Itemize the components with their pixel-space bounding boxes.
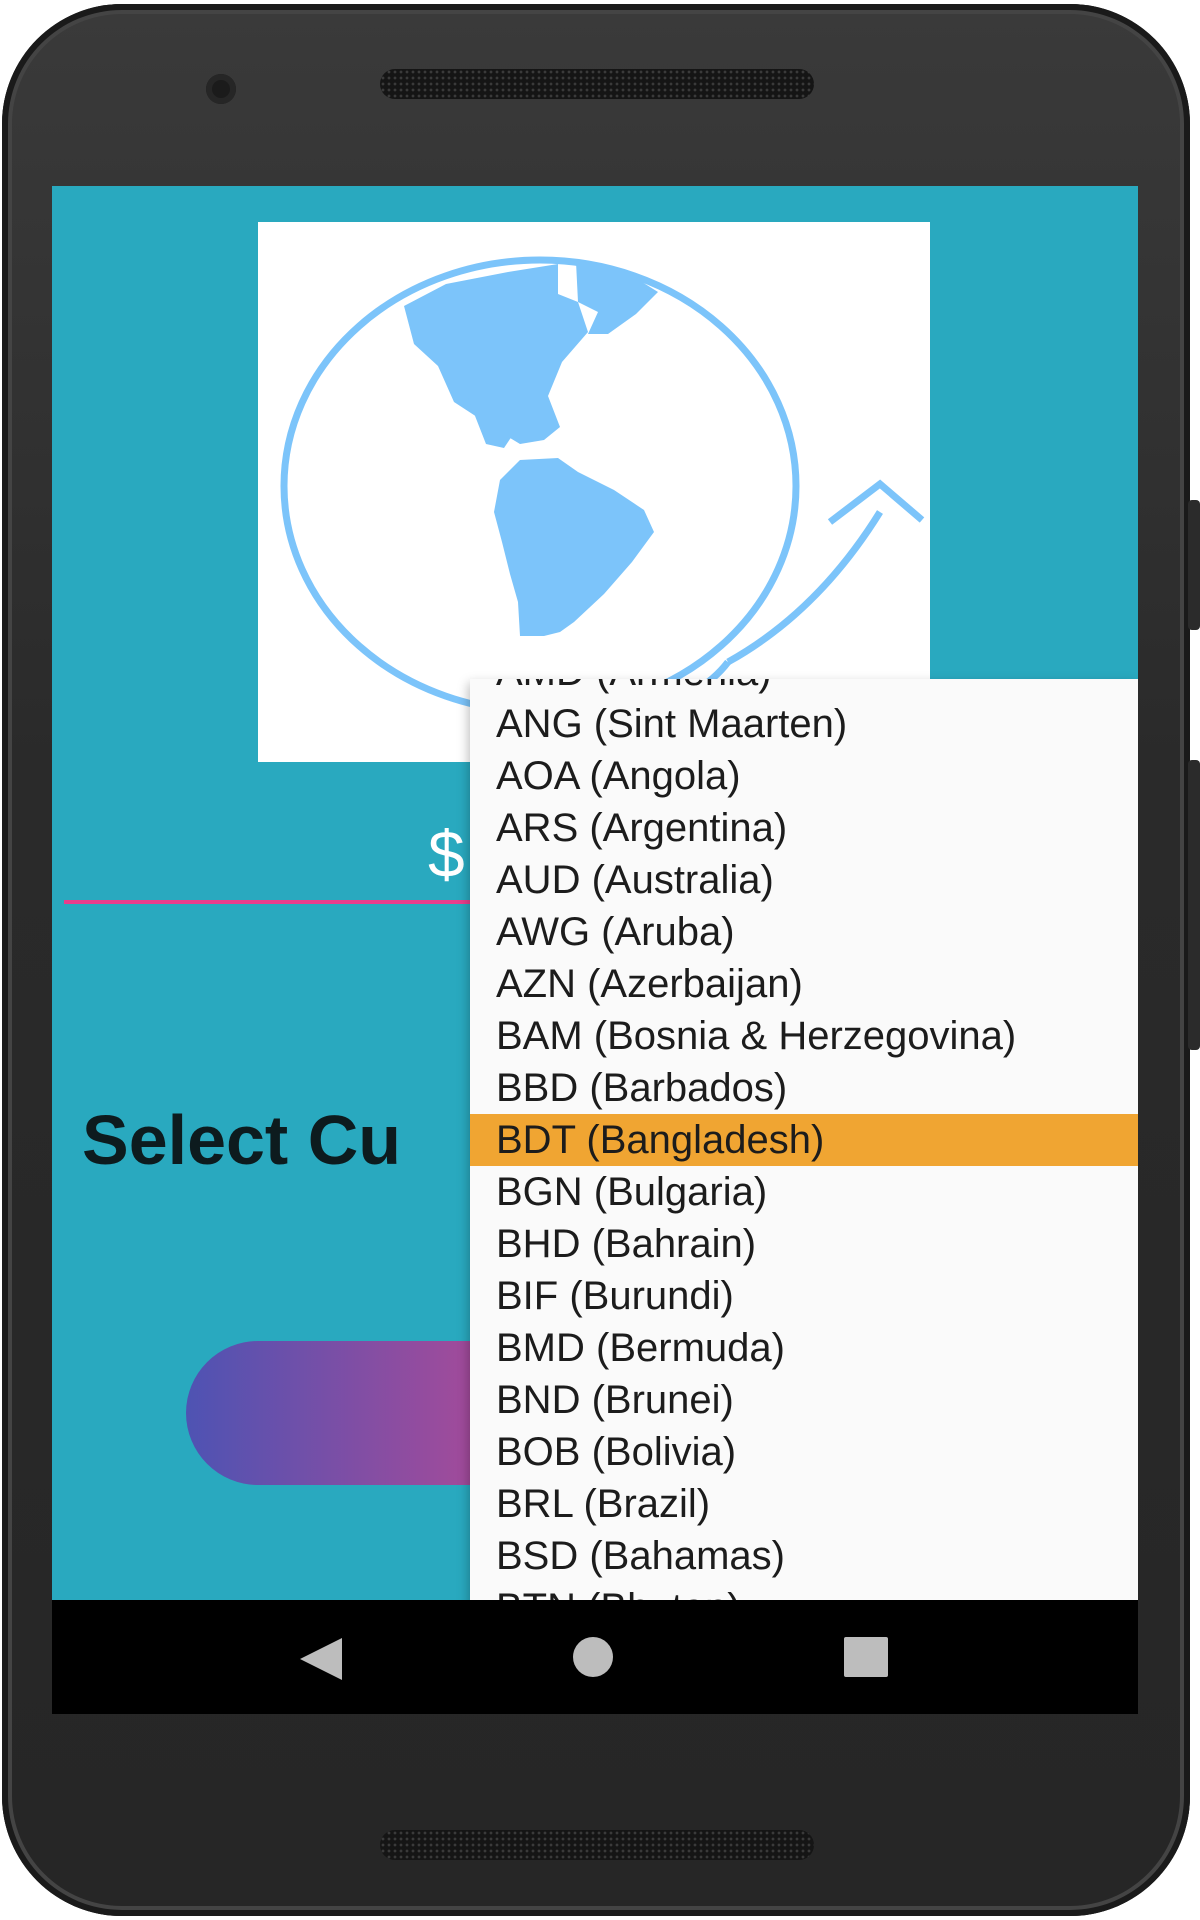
dropdown-item[interactable]: AZN (Azerbaijan) bbox=[470, 958, 1138, 1010]
top-speaker bbox=[380, 69, 814, 99]
currency-prefix: $ bbox=[428, 817, 465, 891]
dropdown-item[interactable]: BMD (Bermuda) bbox=[470, 1322, 1138, 1374]
home-circle-icon[interactable] bbox=[573, 1637, 613, 1677]
dropdown-item[interactable]: ANG (Sint Maarten) bbox=[470, 698, 1138, 750]
front-camera bbox=[206, 74, 236, 104]
recents-square-icon[interactable] bbox=[844, 1637, 888, 1677]
dropdown-item[interactable]: BBD (Barbados) bbox=[470, 1062, 1138, 1114]
dropdown-item[interactable]: AUD (Australia) bbox=[470, 854, 1138, 906]
dropdown-item[interactable]: AMD (Armenia) bbox=[470, 679, 1138, 698]
bottom-speaker bbox=[380, 1830, 814, 1860]
dropdown-item[interactable]: BSD (Bahamas) bbox=[470, 1530, 1138, 1582]
dropdown-item[interactable]: BHD (Bahrain) bbox=[470, 1218, 1138, 1270]
select-currency-title: Select Cu bbox=[82, 1101, 401, 1179]
power-button bbox=[1188, 500, 1200, 630]
system-nav-bar bbox=[52, 1600, 1138, 1714]
dropdown-item[interactable]: BOB (Bolivia) bbox=[470, 1426, 1138, 1478]
dropdown-item[interactable]: BAM (Bosnia & Herzegovina) bbox=[470, 1010, 1138, 1062]
volume-button bbox=[1188, 760, 1200, 1050]
back-triangle-icon[interactable] bbox=[300, 1638, 342, 1680]
dropdown-item[interactable]: BGN (Bulgaria) bbox=[470, 1166, 1138, 1218]
dropdown-item[interactable]: AOA (Angola) bbox=[470, 750, 1138, 802]
dropdown-item[interactable]: BRL (Brazil) bbox=[470, 1478, 1138, 1530]
dropdown-item[interactable]: BDT (Bangladesh) bbox=[470, 1114, 1138, 1166]
dropdown-item[interactable]: BIF (Burundi) bbox=[470, 1270, 1138, 1322]
currency-dropdown-list[interactable]: AMD (Armenia)ANG (Sint Maarten)AOA (Ango… bbox=[470, 679, 1138, 1714]
dropdown-item[interactable]: ARS (Argentina) bbox=[470, 802, 1138, 854]
app-screen: $ Select Cu R AMD (Armenia)ANG (Sint Maa… bbox=[52, 186, 1138, 1714]
dropdown-item[interactable]: AWG (Aruba) bbox=[470, 906, 1138, 958]
dropdown-item[interactable]: BND (Brunei) bbox=[470, 1374, 1138, 1426]
